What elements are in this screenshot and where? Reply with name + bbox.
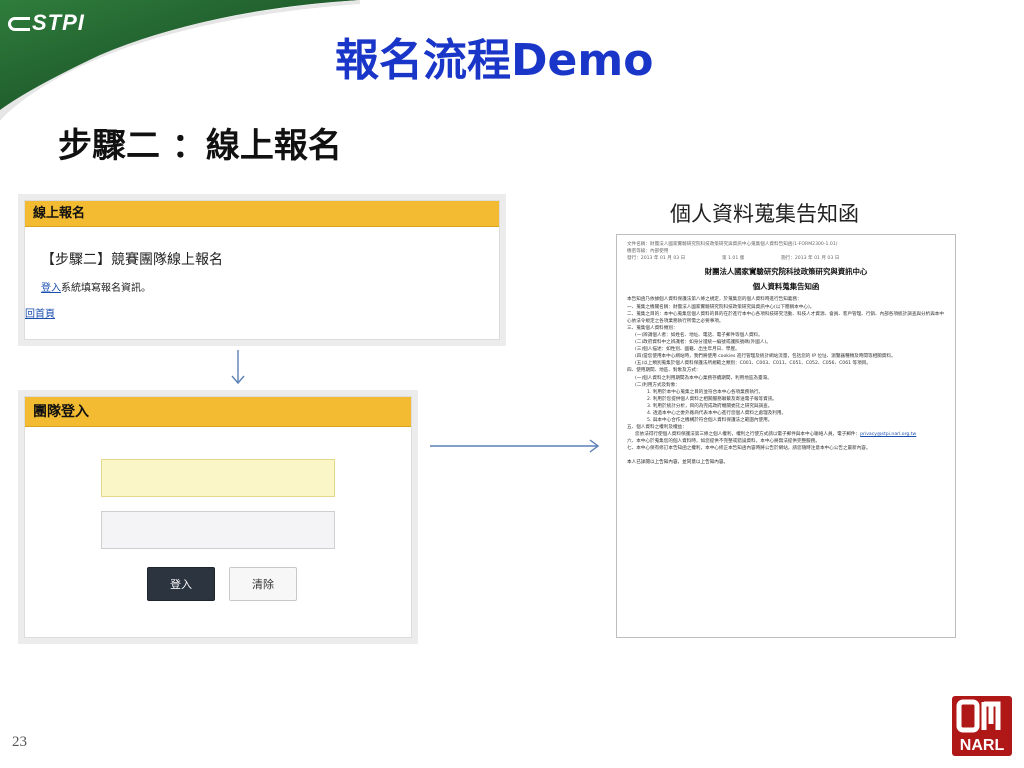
document-paragraph: (三)個人描述：如性別、國籍、出生年月日、學歷。 <box>635 347 740 353</box>
online-registration-panel: 線上報名 【步驟二】競賽團隊線上報名 登入系統填寫報名資訊。 回首頁 <box>24 200 500 340</box>
stpi-logo-mark-icon <box>8 17 30 31</box>
stpi-logo-text: STPI <box>32 10 85 35</box>
registration-step-heading: 【步驟二】競賽團隊線上報名 <box>41 252 223 268</box>
document-paragraph: 二、蒐集之目的：本中心蒐集您個人資料的目的在於進行本中心各項科技研究活動、科技人… <box>627 311 944 324</box>
document-paragraph: (一)辨識個人者：如姓名、地址、電話、電子郵件等個人資料。 <box>635 332 763 338</box>
document-paragraph: (四)當您使用本中心網站時，我們將使用 cookies 進行管理及統計網站流量，… <box>635 354 896 360</box>
step-title: 步驟二 ：線上報名 <box>58 126 342 166</box>
registration-instruction-text: 系統填寫報名資訊。 <box>61 283 151 294</box>
document-paragraph: (二)政府資料中之辨識者：如身分證統一編號或護照號碼(外國人)。 <box>635 340 771 346</box>
document-paragraph: 5. 與本中心合作之機構於符合個人資料保護法之範圍內使用。 <box>647 418 773 424</box>
narl-logo: NARL <box>952 696 1012 756</box>
home-link[interactable]: 回首頁 <box>25 305 55 320</box>
document-paragraph: 4. 透過本中心之委外廠商代表本中心進行您個人資料之處理及利用。 <box>647 410 787 416</box>
document-paragraph: (五)以上類別蒐集於個人資料保護法所規範之類別：C001、C003、C011、C… <box>635 361 871 367</box>
document-footer: 本人已詳閱以上告知內容，並同意以上告知內容。 <box>627 459 729 465</box>
privacy-notice-document: 文件名稱：財團法人國家實驗研究院科技政策研究與資訊中心蒐集個人資料告知函(1-F… <box>616 234 956 638</box>
stpi-logo: STPI <box>8 10 85 36</box>
login-button[interactable]: 登入 <box>147 567 215 601</box>
document-paragraph: 您依法得行使個人資料保護法第三條之個人權利，權利之行使方式請以電子郵件與本中心聯… <box>627 431 945 438</box>
document-paragraph: (二)利用方式及對象： <box>635 382 680 388</box>
document-paragraph: 2. 利用於您提供個人資料之相關服務聯繫及寄送電子報等資訊。 <box>647 396 777 402</box>
arrow-down-icon <box>231 350 245 385</box>
document-paragraph: 1. 利用於本中心蒐集之目的並符合本中心各項業務執行。 <box>647 389 764 395</box>
document-body: 本告知函乃依據個人資料保護法第八條之規定，於蒐集您的個人資料時進行告知義務： 一… <box>627 296 945 452</box>
document-meta-line: 文件名稱：財團法人國家實驗研究院科技政策研究與資訊中心蒐集個人資料告知函(1-F… <box>627 242 838 247</box>
document-paragraph: 七、本中心保有修訂本告知函之權利，本中心修正本告知函內容時將公告於網站，請您隨時… <box>627 446 871 452</box>
narl-logo-text: NARL <box>960 737 1005 754</box>
document-title: 個人資料蒐集告知函 <box>752 282 820 292</box>
document-paragraph-text: 您依法得行使個人資料保護法第三條之個人權利，權利之行使方式請以電子郵件與本中心聯… <box>635 432 861 438</box>
arrow-right-icon <box>430 439 600 453</box>
document-meta-line: 發行：2013 年 01 月 03 日 第 1.01 版 施行：2013 年 0… <box>627 256 840 262</box>
document-paragraph: 本告知函乃依據個人資料保護法第八條之規定，於蒐集您的個人資料時進行告知義務： <box>627 297 802 303</box>
document-paragraph: 一、蒐集之機關名稱：財團法人國家實驗研究院科技政策研究與資訊中心(以下簡稱本中心… <box>627 304 815 310</box>
document-paragraph: 3. 利用於統計分析，目的為完成政府機關委託之研究與調查。 <box>647 403 773 409</box>
document-caption: 個人資料蒐集告知函 <box>670 202 859 226</box>
document-meta: 文件名稱：財團法人國家實驗研究院科技政策研究與資訊中心蒐集個人資料告知函(1-F… <box>627 241 945 262</box>
document-paragraph: 四、使用期間、地區、對象及方式： <box>627 368 701 374</box>
registration-instruction: 登入系統填寫報名資訊。 <box>41 279 151 294</box>
privacy-email-link[interactable]: privacy@stpi.narl.org.tw <box>860 432 916 437</box>
registration-panel-header: 線上報名 <box>25 201 499 227</box>
slide-title: 報名流程Demo <box>335 35 654 86</box>
document-paragraph: 五、個人資料之權利及權益： <box>627 425 687 431</box>
team-login-panel: 團隊登入 登入 清除 <box>24 396 412 638</box>
login-link[interactable]: 登入 <box>41 283 61 294</box>
password-input[interactable] <box>101 511 335 549</box>
login-panel-header: 團隊登入 <box>25 397 411 427</box>
document-meta-line: 機密等級：內部使用 <box>627 249 669 255</box>
page-number: 23 <box>12 734 27 750</box>
username-input[interactable] <box>101 459 335 497</box>
document-paragraph: 六、本中心於蒐集您的個人資料時，如您提供不完整或錯誤資料，本中心將無法提供完整服… <box>627 439 820 445</box>
document-org-title: 財團法人國家實驗研究院科技政策研究與資訊中心 <box>704 267 868 277</box>
document-paragraph: (一)個人資料之利用期間為本中心業務存續期間，利用地區為臺灣。 <box>635 375 772 381</box>
document-paragraph: 三、蒐集個人資料類別： <box>627 325 678 331</box>
clear-button[interactable]: 清除 <box>229 567 297 601</box>
